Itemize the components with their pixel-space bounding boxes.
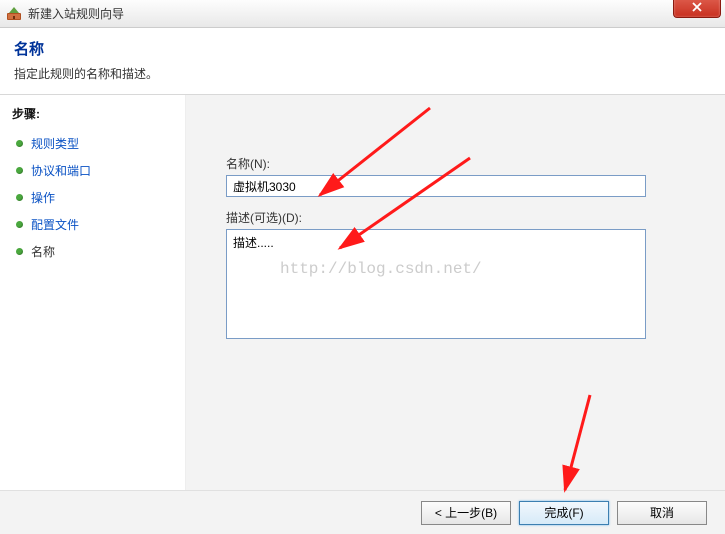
back-button[interactable]: < 上一步(B) bbox=[421, 501, 511, 525]
step-rule-type[interactable]: 规则类型 bbox=[12, 130, 173, 157]
finish-button[interactable]: 完成(F) bbox=[519, 501, 609, 525]
steps-heading: 步骤: bbox=[12, 105, 173, 122]
wizard-content: 名称(N): 描述(可选)(D): bbox=[186, 95, 725, 490]
bullet-icon bbox=[16, 221, 23, 228]
page-subtitle: 指定此规则的名称和描述。 bbox=[14, 65, 711, 82]
wizard-header: 名称 指定此规则的名称和描述。 bbox=[0, 28, 725, 95]
wizard-footer: < 上一步(B) 完成(F) 取消 bbox=[0, 490, 725, 534]
step-protocol-port[interactable]: 协议和端口 bbox=[12, 157, 173, 184]
description-label: 描述(可选)(D): bbox=[226, 209, 695, 226]
window-titlebar: 新建入站规则向导 bbox=[0, 0, 725, 28]
bullet-icon bbox=[16, 140, 23, 147]
app-icon bbox=[6, 6, 22, 22]
window-title: 新建入站规则向导 bbox=[28, 5, 719, 22]
bullet-icon bbox=[16, 194, 23, 201]
page-title: 名称 bbox=[14, 38, 711, 59]
step-action[interactable]: 操作 bbox=[12, 184, 173, 211]
name-label: 名称(N): bbox=[226, 155, 695, 172]
step-name: 名称 bbox=[12, 238, 173, 265]
bullet-icon bbox=[16, 248, 23, 255]
close-button[interactable] bbox=[673, 0, 721, 18]
bullet-icon bbox=[16, 167, 23, 174]
cancel-button[interactable]: 取消 bbox=[617, 501, 707, 525]
steps-sidebar: 步骤: 规则类型 协议和端口 操作 配置文件 名称 bbox=[0, 95, 186, 490]
description-textarea[interactable] bbox=[226, 229, 646, 339]
name-input[interactable] bbox=[226, 175, 646, 197]
step-profile[interactable]: 配置文件 bbox=[12, 211, 173, 238]
close-icon bbox=[692, 2, 702, 12]
